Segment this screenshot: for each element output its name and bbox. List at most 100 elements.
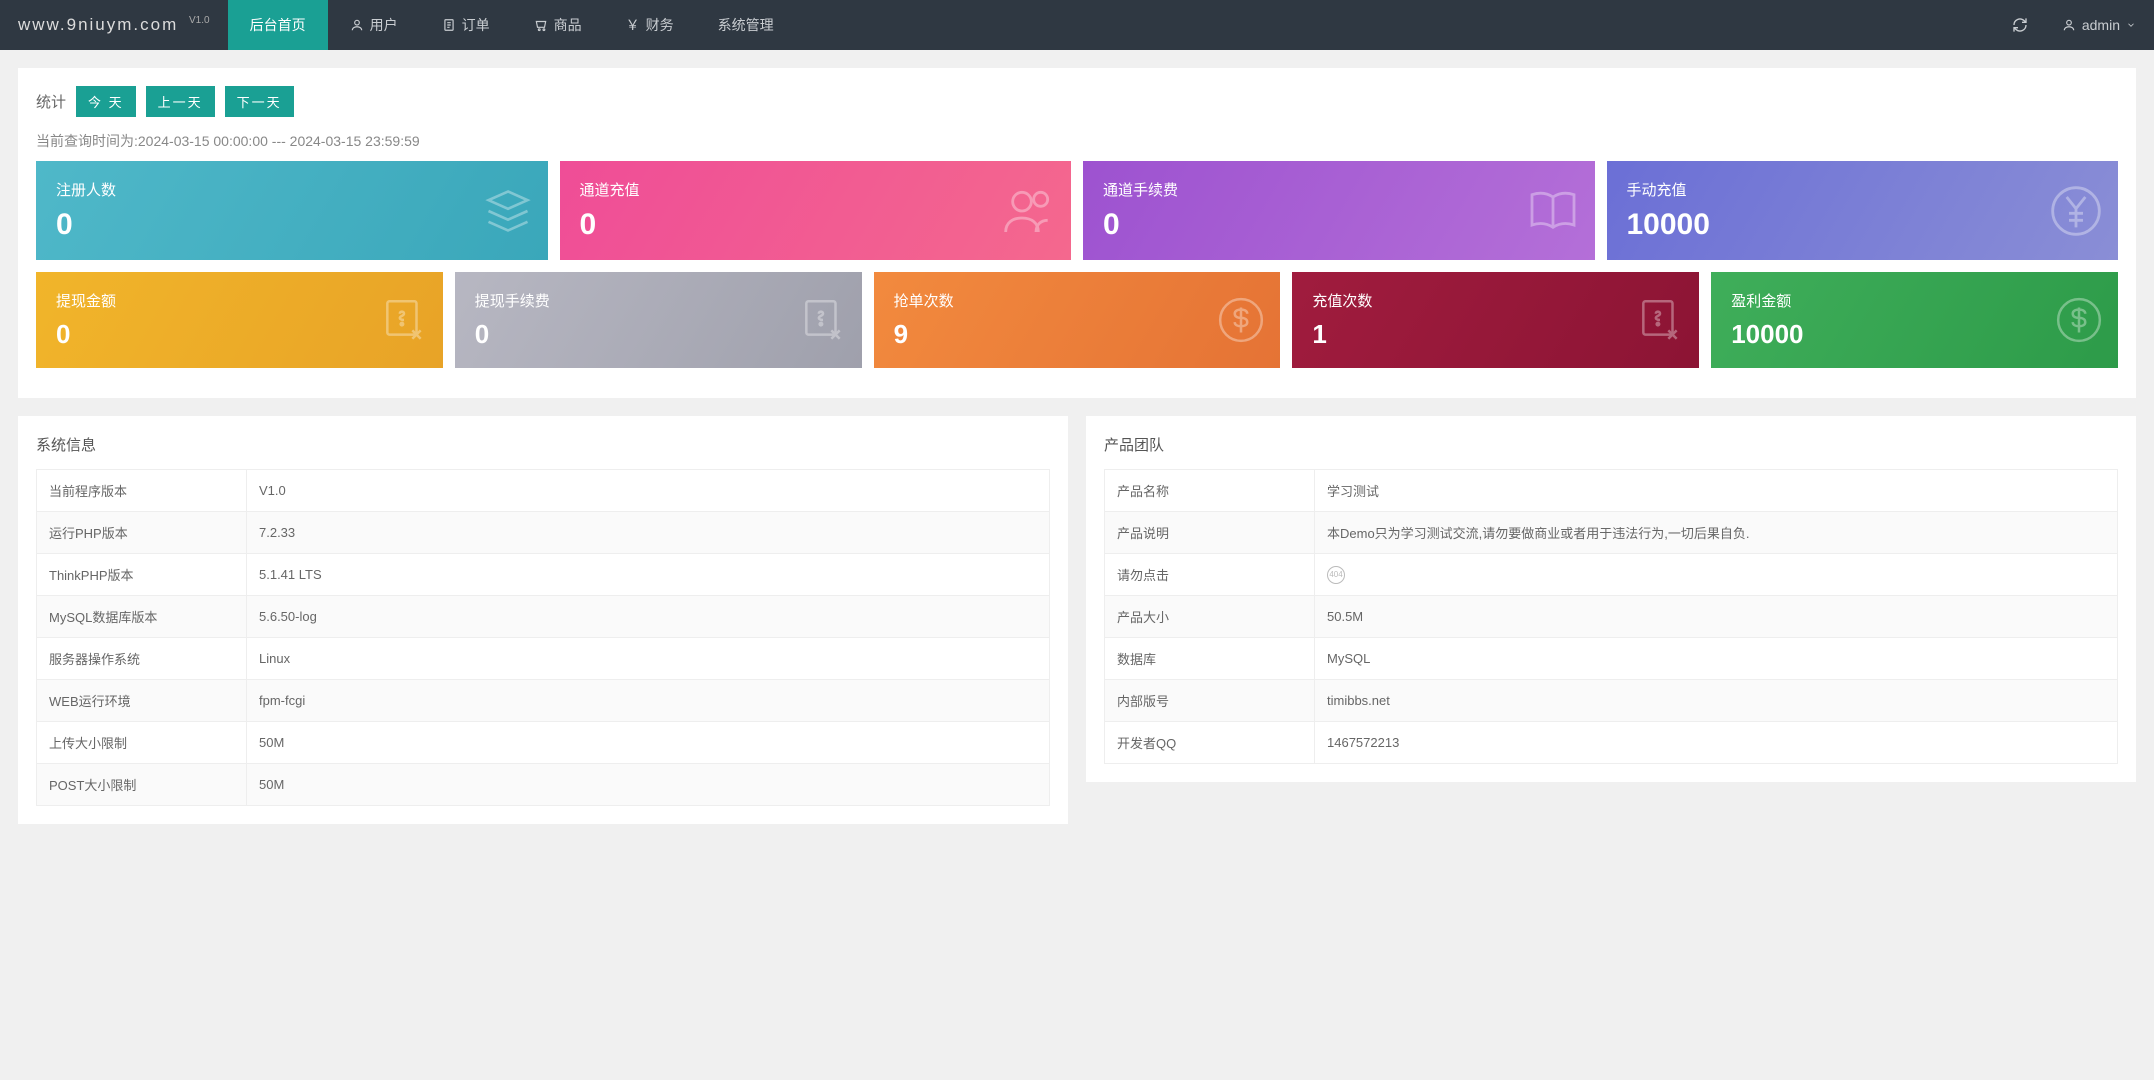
yen-o-icon <box>2048 183 2104 239</box>
topbar: www.9niuym.com V1.0 后台首页 用户 订单商品￥财务 系统管理 ad… <box>0 0 2154 50</box>
stat-card-value: 10000 <box>1627 208 2099 242</box>
nav-item-label: 系统管理 <box>718 15 774 35</box>
nav-item-label: 用户 <box>370 15 398 35</box>
table-key: MySQL数据库版本 <box>37 596 247 638</box>
book-icon <box>1525 183 1581 239</box>
prev-day-button[interactable]: 上一天 <box>146 86 215 117</box>
topbar-right: admin <box>1996 0 2154 50</box>
nav-item-4[interactable]: ￥财务 <box>604 0 696 50</box>
people-icon <box>1001 183 1057 239</box>
brand: www.9niuym.com V1.0 <box>0 15 228 35</box>
product-team-panel: 产品团队 产品名称学习测试产品说明本Demo只为学习测试交流,请勿要做商业或者用… <box>1086 416 2136 782</box>
product-team-title: 产品团队 <box>1104 434 2118 455</box>
refresh-button[interactable] <box>1996 0 2044 50</box>
table-value: 学习测试 <box>1315 470 2118 512</box>
table-value: 50.5M <box>1315 596 2118 638</box>
table-row: 产品名称学习测试 <box>1105 470 2118 512</box>
stat-card-label: 盈利金额 <box>1731 290 2098 311</box>
refresh-icon <box>2012 17 2028 33</box>
stat-card-value: 1 <box>1312 319 1679 350</box>
stat-card-value: 0 <box>580 208 1052 242</box>
table-key: 产品名称 <box>1105 470 1315 512</box>
cart-icon <box>534 18 548 32</box>
nav-item-2[interactable]: 订单 <box>420 0 512 50</box>
table-value: 5.6.50-log <box>247 596 1050 638</box>
table-value: 1467572213 <box>1315 722 2118 764</box>
table-value: 404 <box>1315 554 2118 596</box>
table-key: 服务器操作系统 <box>37 638 247 680</box>
table-row: 产品大小50.5M <box>1105 596 2118 638</box>
table-key: 运行PHP版本 <box>37 512 247 554</box>
query-time-range: 当前查询时间为:2024-03-15 00:00:00 --- 2024-03-… <box>36 131 2118 151</box>
table-key: 请勿点击 <box>1105 554 1315 596</box>
table-key: POST大小限制 <box>37 764 247 806</box>
stat-card-top-2[interactable]: 通道手续费 0 <box>1083 161 1595 260</box>
stats-header: 统计 今 天 上一天 下一天 <box>36 86 2118 117</box>
stat-card-value: 10000 <box>1731 319 2098 350</box>
stat-card-bottom-2[interactable]: 抢单次数 9 <box>874 272 1281 368</box>
brand-name: www.9niuym.com <box>18 15 178 34</box>
table-value: 本Demo只为学习测试交流,请勿要做商业或者用于违法行为,一切后果自负. <box>1315 512 2118 554</box>
stat-card-top-0[interactable]: 注册人数0 <box>36 161 548 260</box>
table-row: 产品说明本Demo只为学习测试交流,请勿要做商业或者用于违法行为,一切后果自负. <box>1105 512 2118 554</box>
nav-item-1[interactable]: 用户 <box>328 0 420 50</box>
badge-404-icon[interactable]: 404 <box>1327 566 1345 584</box>
stat-card-top-3[interactable]: 手动充值10000 <box>1607 161 2119 260</box>
next-day-button[interactable]: 下一天 <box>225 86 294 117</box>
stats-panel: 统计 今 天 上一天 下一天 当前查询时间为:2024-03-15 00:00:… <box>18 68 2136 398</box>
table-row: 数据库MySQL <box>1105 638 2118 680</box>
table-value: timibbs.net <box>1315 680 2118 722</box>
stat-card-value: 9 <box>894 319 1261 350</box>
note-icon <box>379 295 429 345</box>
system-info-table: 当前程序版本V1.0运行PHP版本7.2.33ThinkPHP版本5.1.41 … <box>36 469 1050 806</box>
note-icon <box>798 295 848 345</box>
chevron-down-icon <box>2126 20 2136 30</box>
table-row: 上传大小限制50M <box>37 722 1050 764</box>
stat-card-label: 提现金额 <box>56 290 423 311</box>
table-row: 服务器操作系统Linux <box>37 638 1050 680</box>
brand-version: V1.0 <box>189 15 210 26</box>
layers-icon <box>482 185 534 237</box>
yen-icon: ￥ <box>626 15 640 35</box>
table-row: 当前程序版本V1.0 <box>37 470 1050 512</box>
nav-item-5[interactable]: 系统管理 <box>696 0 796 50</box>
table-key: 上传大小限制 <box>37 722 247 764</box>
table-row: WEB运行环境fpm-fcgi <box>37 680 1050 722</box>
table-row: 请勿点击 404 <box>1105 554 2118 596</box>
table-row: MySQL数据库版本5.6.50-log <box>37 596 1050 638</box>
table-key: 内部版号 <box>1105 680 1315 722</box>
user-icon <box>2062 18 2076 32</box>
stats-title: 统计 <box>36 91 66 112</box>
nav-item-0[interactable]: 后台首页 <box>228 0 328 50</box>
stat-card-bottom-3[interactable]: 充值次数1 <box>1292 272 1699 368</box>
table-row: 运行PHP版本7.2.33 <box>37 512 1050 554</box>
user-menu[interactable]: admin <box>2044 0 2154 50</box>
stat-card-label: 通道充值 <box>580 179 1052 200</box>
note-icon <box>1635 295 1685 345</box>
stat-card-bottom-4[interactable]: 盈利金额 10000 <box>1711 272 2118 368</box>
stat-card-label: 通道手续费 <box>1103 179 1575 200</box>
system-info-title: 系统信息 <box>36 434 1050 455</box>
table-value: MySQL <box>1315 638 2118 680</box>
table-row: 内部版号timibbs.net <box>1105 680 2118 722</box>
table-row: ThinkPHP版本5.1.41 LTS <box>37 554 1050 596</box>
stat-card-label: 抢单次数 <box>894 290 1261 311</box>
nav-item-3[interactable]: 商品 <box>512 0 604 50</box>
table-key: 开发者QQ <box>1105 722 1315 764</box>
table-key: WEB运行环境 <box>37 680 247 722</box>
main-nav: 后台首页 用户 订单商品￥财务 系统管理 <box>228 0 796 50</box>
table-row: POST大小限制50M <box>37 764 1050 806</box>
product-team-table: 产品名称学习测试产品说明本Demo只为学习测试交流,请勿要做商业或者用于违法行为… <box>1104 469 2118 764</box>
stat-card-top-1[interactable]: 通道充值 0 <box>560 161 1072 260</box>
today-button[interactable]: 今 天 <box>76 86 136 117</box>
user-icon <box>350 18 364 32</box>
table-value: 50M <box>247 764 1050 806</box>
table-value: 5.1.41 LTS <box>247 554 1050 596</box>
nav-item-label: 后台首页 <box>250 15 306 35</box>
stat-card-bottom-1[interactable]: 提现手续费0 <box>455 272 862 368</box>
stat-card-value: 0 <box>1103 208 1575 242</box>
stat-card-bottom-0[interactable]: 提现金额0 <box>36 272 443 368</box>
table-value: Linux <box>247 638 1050 680</box>
stat-card-label: 注册人数 <box>56 179 528 200</box>
system-info-panel: 系统信息 当前程序版本V1.0运行PHP版本7.2.33ThinkPHP版本5.… <box>18 416 1068 824</box>
